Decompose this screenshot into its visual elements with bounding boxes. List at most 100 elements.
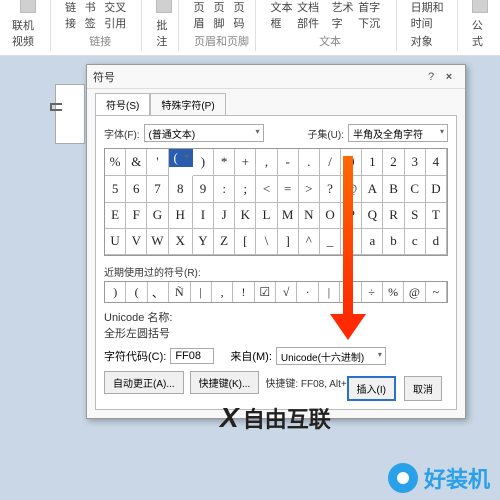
- char-cell[interactable]: Q: [362, 203, 383, 229]
- char-cell[interactable]: \: [256, 229, 277, 255]
- char-cell[interactable]: %: [105, 149, 126, 176]
- char-cell[interactable]: 4: [426, 149, 447, 176]
- char-cell[interactable]: X: [169, 229, 193, 255]
- online-video-icon[interactable]: [20, 0, 36, 13]
- dialog-titlebar[interactable]: 符号 ? ×: [87, 65, 465, 89]
- char-cell[interactable]: D: [426, 176, 447, 202]
- char-cell[interactable]: ;: [235, 176, 256, 202]
- char-cell[interactable]: H: [169, 203, 193, 229]
- char-cell[interactable]: J: [214, 203, 235, 229]
- char-cell[interactable]: &: [126, 149, 147, 176]
- datetime-item[interactable]: 日期和时间: [411, 0, 451, 31]
- char-cell[interactable]: c: [405, 229, 426, 255]
- char-cell[interactable]: 9: [193, 176, 214, 202]
- recent-cell[interactable]: |: [191, 282, 212, 302]
- font-select[interactable]: (普通文本): [144, 124, 264, 142]
- recent-cell[interactable]: ,: [212, 282, 233, 302]
- char-cell[interactable]: 8: [169, 176, 193, 202]
- char-cell[interactable]: >: [299, 176, 320, 202]
- char-cell[interactable]: ): [193, 149, 214, 176]
- recent-cell[interactable]: √: [276, 282, 297, 302]
- char-cell[interactable]: 7: [147, 176, 168, 202]
- recent-cell[interactable]: ÷: [362, 282, 383, 302]
- char-cell[interactable]: 3: [405, 149, 426, 176]
- char-cell[interactable]: ,: [256, 149, 277, 176]
- recent-cell[interactable]: 、: [148, 282, 169, 302]
- recent-cell[interactable]: !: [233, 282, 254, 302]
- char-cell[interactable]: :: [214, 176, 235, 202]
- char-cell[interactable]: .: [299, 149, 320, 176]
- char-cell[interactable]: =: [278, 176, 299, 202]
- char-cell[interactable]: *: [214, 149, 235, 176]
- charcode-input[interactable]: FF08: [170, 348, 214, 364]
- char-cell[interactable]: U: [105, 229, 126, 255]
- subset-select[interactable]: 半角及全角字符: [348, 124, 448, 142]
- char-cell[interactable]: W: [147, 229, 168, 255]
- tab-special-chars[interactable]: 特殊字符(P): [150, 93, 225, 115]
- object-item[interactable]: 对象: [411, 33, 433, 49]
- char-cell[interactable]: V: [126, 229, 147, 255]
- char-cell[interactable]: (: [169, 149, 193, 167]
- from-select[interactable]: Unicode(十六进制): [276, 347, 386, 365]
- recent-cell[interactable]: Ñ: [169, 282, 190, 302]
- char-cell[interactable]: A: [362, 176, 383, 202]
- char-cell[interactable]: @: [341, 176, 362, 202]
- char-cell[interactable]: P: [341, 203, 362, 229]
- char-cell[interactable]: ]: [278, 229, 299, 255]
- recent-grid[interactable]: )(、Ñ|,!☑√·|·÷%@~: [104, 281, 448, 303]
- recent-cell[interactable]: ·: [340, 282, 361, 302]
- char-cell[interactable]: +: [235, 149, 256, 176]
- char-cell[interactable]: 1: [362, 149, 383, 176]
- char-cell[interactable]: L: [256, 203, 277, 229]
- char-cell[interactable]: T: [426, 203, 447, 229]
- char-cell[interactable]: I: [193, 203, 214, 229]
- char-cell[interactable]: ?: [320, 176, 341, 202]
- char-cell[interactable]: Y: [193, 229, 214, 255]
- recent-cell[interactable]: ): [105, 282, 126, 302]
- char-cell[interactable]: _: [320, 229, 341, 255]
- char-cell[interactable]: ': [147, 149, 168, 176]
- shortcutkey-button[interactable]: 快捷键(K)...: [190, 371, 260, 394]
- char-cell[interactable]: B: [383, 176, 404, 202]
- char-cell[interactable]: [: [235, 229, 256, 255]
- comment-icon[interactable]: [156, 0, 172, 13]
- autocorrect-button[interactable]: 自动更正(A)...: [104, 371, 184, 394]
- recent-cell[interactable]: |: [319, 282, 340, 302]
- char-cell[interactable]: `: [341, 229, 362, 255]
- tab-symbols[interactable]: 符号(S): [95, 93, 150, 115]
- char-cell[interactable]: /: [320, 149, 341, 176]
- char-cell[interactable]: M: [278, 203, 299, 229]
- recent-cell[interactable]: (: [126, 282, 147, 302]
- char-cell[interactable]: C: [405, 176, 426, 202]
- char-cell[interactable]: K: [235, 203, 256, 229]
- recent-cell[interactable]: %: [383, 282, 404, 302]
- close-button[interactable]: ×: [439, 71, 459, 83]
- char-cell[interactable]: <: [256, 176, 277, 202]
- char-cell[interactable]: b: [383, 229, 404, 255]
- equation-icon[interactable]: [472, 0, 488, 13]
- recent-cell[interactable]: @: [404, 282, 425, 302]
- char-cell[interactable]: Z: [214, 229, 235, 255]
- char-cell[interactable]: E: [105, 203, 126, 229]
- char-cell[interactable]: a: [362, 229, 383, 255]
- help-button[interactable]: ?: [423, 71, 439, 83]
- character-grid[interactable]: %&'()*+,-./01234 56789:;<=>?@ABCD EFGHIJKL…: [104, 148, 448, 256]
- char-cell[interactable]: -: [278, 149, 299, 176]
- recent-cell[interactable]: ~: [426, 282, 447, 302]
- char-cell[interactable]: d: [426, 229, 447, 255]
- insert-button[interactable]: 插入(I): [347, 376, 396, 401]
- char-cell[interactable]: R: [383, 203, 404, 229]
- char-cell[interactable]: G: [147, 203, 168, 229]
- cancel-button[interactable]: 取消: [404, 376, 442, 401]
- char-cell[interactable]: O: [320, 203, 341, 229]
- recent-cell[interactable]: ·: [297, 282, 318, 302]
- recent-cell[interactable]: ☑: [255, 282, 276, 302]
- char-cell[interactable]: 2: [383, 149, 404, 176]
- char-cell[interactable]: 6: [126, 176, 147, 202]
- char-cell[interactable]: 0: [341, 149, 362, 176]
- char-cell[interactable]: 5: [105, 176, 126, 202]
- char-cell[interactable]: ^: [299, 229, 320, 255]
- char-cell[interactable]: N: [299, 203, 320, 229]
- char-cell[interactable]: S: [405, 203, 426, 229]
- char-cell[interactable]: F: [126, 203, 147, 229]
